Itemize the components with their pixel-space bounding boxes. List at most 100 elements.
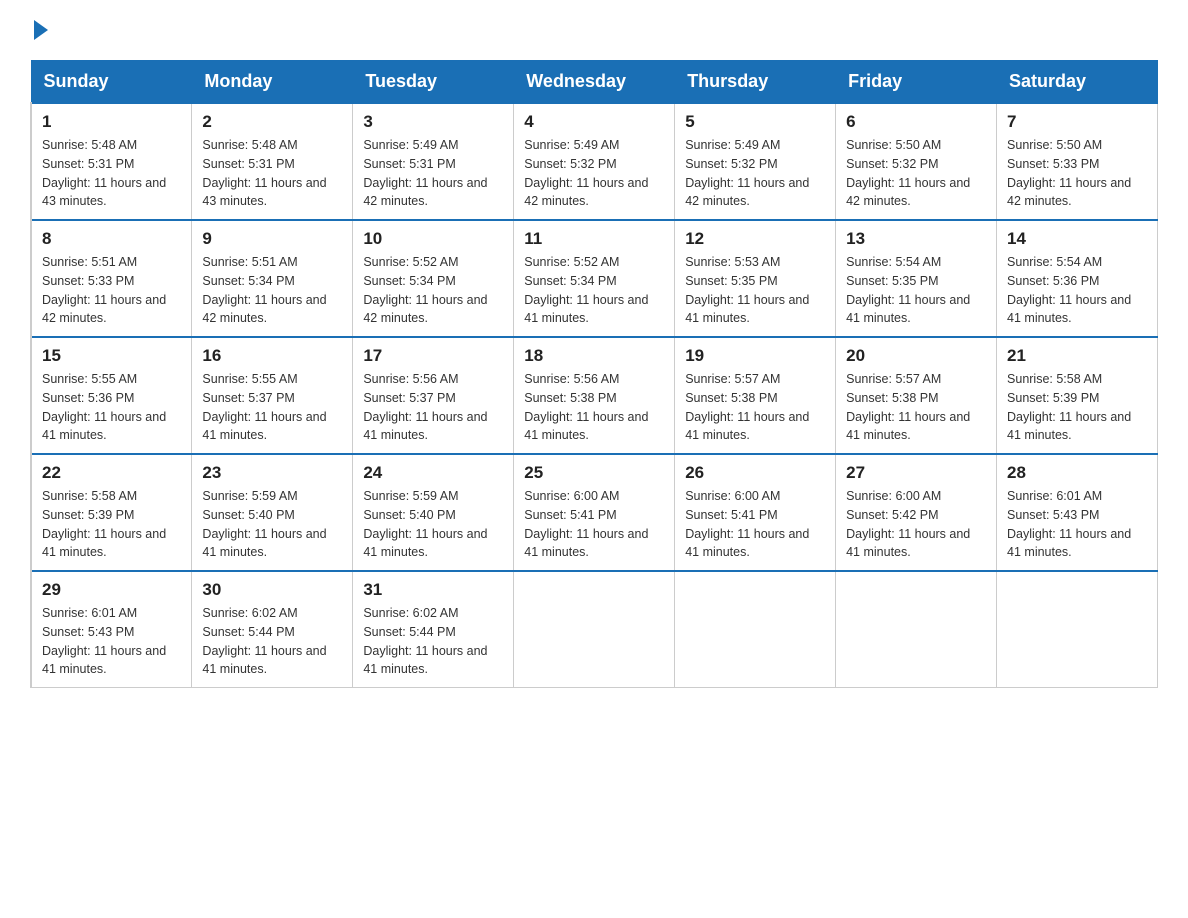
calendar-week-row: 8 Sunrise: 5:51 AMSunset: 5:33 PMDaylight…: [31, 220, 1158, 337]
calendar-day-cell: 21 Sunrise: 5:58 AMSunset: 5:39 PMDayligh…: [997, 337, 1158, 454]
day-number: 13: [846, 229, 986, 249]
day-info: Sunrise: 5:51 AMSunset: 5:33 PMDaylight:…: [42, 253, 181, 328]
calendar-day-cell: 22 Sunrise: 5:58 AMSunset: 5:39 PMDayligh…: [31, 454, 192, 571]
day-info: Sunrise: 5:59 AMSunset: 5:40 PMDaylight:…: [202, 487, 342, 562]
day-info: Sunrise: 5:48 AMSunset: 5:31 PMDaylight:…: [202, 136, 342, 211]
calendar-week-row: 22 Sunrise: 5:58 AMSunset: 5:39 PMDayligh…: [31, 454, 1158, 571]
day-number: 30: [202, 580, 342, 600]
day-info: Sunrise: 6:02 AMSunset: 5:44 PMDaylight:…: [202, 604, 342, 679]
calendar-day-cell: 5 Sunrise: 5:49 AMSunset: 5:32 PMDaylight…: [675, 103, 836, 220]
day-number: 12: [685, 229, 825, 249]
calendar-header-wednesday: Wednesday: [514, 61, 675, 104]
calendar-day-cell: 13 Sunrise: 5:54 AMSunset: 5:35 PMDayligh…: [836, 220, 997, 337]
day-number: 1: [42, 112, 181, 132]
logo-arrow-icon: [34, 20, 48, 40]
calendar-day-cell: 27 Sunrise: 6:00 AMSunset: 5:42 PMDayligh…: [836, 454, 997, 571]
day-number: 15: [42, 346, 181, 366]
day-number: 2: [202, 112, 342, 132]
calendar-day-cell: 20Sunrise: 5:57 AMSunset: 5:38 PMDayligh…: [836, 337, 997, 454]
day-info: Sunrise: 5:56 AMSunset: 5:37 PMDaylight:…: [363, 370, 503, 445]
day-info: Sunrise: 5:59 AMSunset: 5:40 PMDaylight:…: [363, 487, 503, 562]
day-number: 14: [1007, 229, 1147, 249]
calendar-day-cell: 2 Sunrise: 5:48 AMSunset: 5:31 PMDaylight…: [192, 103, 353, 220]
day-number: 21: [1007, 346, 1147, 366]
calendar-day-cell: 16 Sunrise: 5:55 AMSunset: 5:37 PMDayligh…: [192, 337, 353, 454]
day-number: 6: [846, 112, 986, 132]
calendar-day-cell: 31Sunrise: 6:02 AMSunset: 5:44 PMDayligh…: [353, 571, 514, 688]
calendar-day-cell: 12 Sunrise: 5:53 AMSunset: 5:35 PMDayligh…: [675, 220, 836, 337]
calendar-day-cell: 3Sunrise: 5:49 AMSunset: 5:31 PMDaylight…: [353, 103, 514, 220]
calendar-header-sunday: Sunday: [31, 61, 192, 104]
calendar-day-cell: 26 Sunrise: 6:00 AMSunset: 5:41 PMDayligh…: [675, 454, 836, 571]
day-number: 11: [524, 229, 664, 249]
day-info: Sunrise: 6:00 AMSunset: 5:41 PMDaylight:…: [685, 487, 825, 562]
calendar-day-cell: 29 Sunrise: 6:01 AMSunset: 5:43 PMDayligh…: [31, 571, 192, 688]
day-number: 5: [685, 112, 825, 132]
day-number: 23: [202, 463, 342, 483]
day-info: Sunrise: 6:01 AMSunset: 5:43 PMDaylight:…: [1007, 487, 1147, 562]
day-number: 22: [42, 463, 181, 483]
day-info: Sunrise: 5:53 AMSunset: 5:35 PMDaylight:…: [685, 253, 825, 328]
calendar-day-cell: 8 Sunrise: 5:51 AMSunset: 5:33 PMDaylight…: [31, 220, 192, 337]
calendar-week-row: 1 Sunrise: 5:48 AMSunset: 5:31 PMDaylight…: [31, 103, 1158, 220]
day-number: 26: [685, 463, 825, 483]
day-info: Sunrise: 5:54 AMSunset: 5:35 PMDaylight:…: [846, 253, 986, 328]
calendar-week-row: 29 Sunrise: 6:01 AMSunset: 5:43 PMDayligh…: [31, 571, 1158, 688]
day-number: 27: [846, 463, 986, 483]
calendar-day-cell: 9 Sunrise: 5:51 AMSunset: 5:34 PMDaylight…: [192, 220, 353, 337]
calendar-day-cell: 18 Sunrise: 5:56 AMSunset: 5:38 PMDayligh…: [514, 337, 675, 454]
calendar-header-friday: Friday: [836, 61, 997, 104]
day-info: Sunrise: 5:49 AMSunset: 5:32 PMDaylight:…: [524, 136, 664, 211]
calendar-day-cell: 10 Sunrise: 5:52 AMSunset: 5:34 PMDayligh…: [353, 220, 514, 337]
day-info: Sunrise: 5:52 AMSunset: 5:34 PMDaylight:…: [363, 253, 503, 328]
day-info: Sunrise: 5:58 AMSunset: 5:39 PMDaylight:…: [1007, 370, 1147, 445]
calendar-table: SundayMondayTuesdayWednesdayThursdayFrid…: [30, 60, 1158, 688]
day-number: 9: [202, 229, 342, 249]
day-number: 25: [524, 463, 664, 483]
day-info: Sunrise: 5:56 AMSunset: 5:38 PMDaylight:…: [524, 370, 664, 445]
calendar-day-cell: [514, 571, 675, 688]
day-info: Sunrise: 5:50 AMSunset: 5:32 PMDaylight:…: [846, 136, 986, 211]
day-info: Sunrise: 5:49 AMSunset: 5:32 PMDaylight:…: [685, 136, 825, 211]
calendar-day-cell: 30 Sunrise: 6:02 AMSunset: 5:44 PMDayligh…: [192, 571, 353, 688]
day-info: Sunrise: 6:00 AMSunset: 5:41 PMDaylight:…: [524, 487, 664, 562]
calendar-day-cell: [675, 571, 836, 688]
day-info: Sunrise: 5:54 AMSunset: 5:36 PMDaylight:…: [1007, 253, 1147, 328]
day-number: 4: [524, 112, 664, 132]
calendar-day-cell: 4 Sunrise: 5:49 AMSunset: 5:32 PMDaylight…: [514, 103, 675, 220]
day-info: Sunrise: 5:52 AMSunset: 5:34 PMDaylight:…: [524, 253, 664, 328]
day-number: 16: [202, 346, 342, 366]
day-info: Sunrise: 5:55 AMSunset: 5:37 PMDaylight:…: [202, 370, 342, 445]
page-header: [30, 20, 1158, 40]
calendar-header-tuesday: Tuesday: [353, 61, 514, 104]
day-info: Sunrise: 5:55 AMSunset: 5:36 PMDaylight:…: [42, 370, 181, 445]
logo-blue-text: [30, 20, 48, 40]
calendar-day-cell: 28Sunrise: 6:01 AMSunset: 5:43 PMDayligh…: [997, 454, 1158, 571]
calendar-day-cell: [836, 571, 997, 688]
day-number: 19: [685, 346, 825, 366]
calendar-day-cell: 15 Sunrise: 5:55 AMSunset: 5:36 PMDayligh…: [31, 337, 192, 454]
calendar-day-cell: 11 Sunrise: 5:52 AMSunset: 5:34 PMDayligh…: [514, 220, 675, 337]
calendar-day-cell: 23 Sunrise: 5:59 AMSunset: 5:40 PMDayligh…: [192, 454, 353, 571]
calendar-day-cell: 25 Sunrise: 6:00 AMSunset: 5:41 PMDayligh…: [514, 454, 675, 571]
day-info: Sunrise: 5:58 AMSunset: 5:39 PMDaylight:…: [42, 487, 181, 562]
calendar-header-row: SundayMondayTuesdayWednesdayThursdayFrid…: [31, 61, 1158, 104]
calendar-day-cell: 14 Sunrise: 5:54 AMSunset: 5:36 PMDayligh…: [997, 220, 1158, 337]
day-info: Sunrise: 5:57 AMSunset: 5:38 PMDaylight:…: [846, 370, 986, 445]
day-info: Sunrise: 6:00 AMSunset: 5:42 PMDaylight:…: [846, 487, 986, 562]
day-number: 18: [524, 346, 664, 366]
calendar-header-saturday: Saturday: [997, 61, 1158, 104]
calendar-week-row: 15 Sunrise: 5:55 AMSunset: 5:36 PMDayligh…: [31, 337, 1158, 454]
day-info: Sunrise: 5:48 AMSunset: 5:31 PMDaylight:…: [42, 136, 181, 211]
day-info: Sunrise: 6:01 AMSunset: 5:43 PMDaylight:…: [42, 604, 181, 679]
calendar-day-cell: 7Sunrise: 5:50 AMSunset: 5:33 PMDaylight…: [997, 103, 1158, 220]
day-number: 8: [42, 229, 181, 249]
day-info: Sunrise: 5:51 AMSunset: 5:34 PMDaylight:…: [202, 253, 342, 328]
calendar-day-cell: 17Sunrise: 5:56 AMSunset: 5:37 PMDayligh…: [353, 337, 514, 454]
calendar-day-cell: 19Sunrise: 5:57 AMSunset: 5:38 PMDayligh…: [675, 337, 836, 454]
day-number: 10: [363, 229, 503, 249]
day-info: Sunrise: 6:02 AMSunset: 5:44 PMDaylight:…: [363, 604, 503, 679]
day-number: 29: [42, 580, 181, 600]
day-info: Sunrise: 5:49 AMSunset: 5:31 PMDaylight:…: [363, 136, 503, 211]
calendar-header-monday: Monday: [192, 61, 353, 104]
